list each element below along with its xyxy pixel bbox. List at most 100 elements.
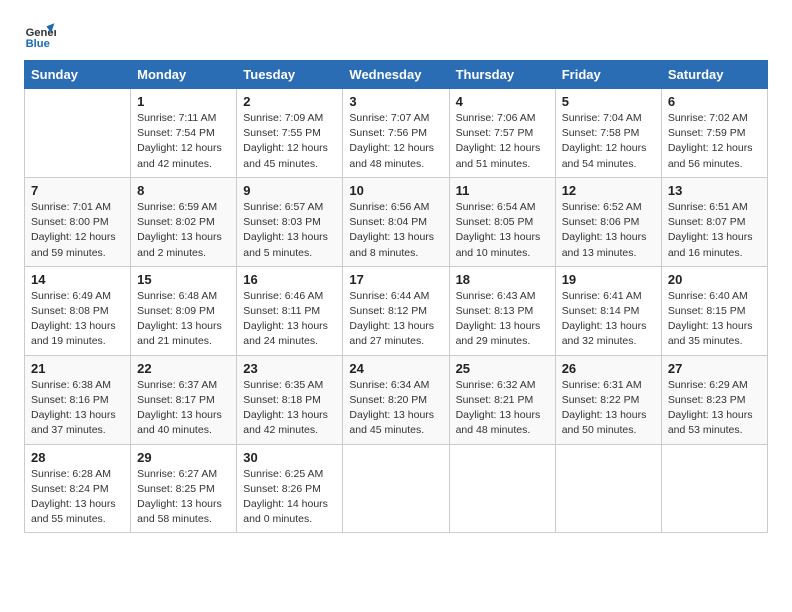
weekday-header-row: SundayMondayTuesdayWednesdayThursdayFrid… <box>25 61 768 89</box>
day-info: Sunrise: 6:37 AM Sunset: 8:17 PM Dayligh… <box>137 378 230 439</box>
calendar-cell: 24 Sunrise: 6:34 AM Sunset: 8:20 PM Dayli… <box>343 355 449 444</box>
calendar-cell <box>661 444 767 533</box>
day-number: 30 <box>243 450 336 465</box>
calendar-cell: 14 Sunrise: 6:49 AM Sunset: 8:08 PM Dayli… <box>25 266 131 355</box>
calendar-cell: 8 Sunrise: 6:59 AM Sunset: 8:02 PM Daylig… <box>131 177 237 266</box>
calendar-table: SundayMondayTuesdayWednesdayThursdayFrid… <box>24 60 768 533</box>
calendar-cell: 2 Sunrise: 7:09 AM Sunset: 7:55 PM Daylig… <box>237 89 343 178</box>
calendar-cell: 29Sunrise: 6:27 AM Sunset: 8:25 PM Dayli… <box>131 444 237 533</box>
calendar-cell: 3 Sunrise: 7:07 AM Sunset: 7:56 PM Daylig… <box>343 89 449 178</box>
calendar-week-row: 28Sunrise: 6:28 AM Sunset: 8:24 PM Dayli… <box>25 444 768 533</box>
day-number: 18 <box>456 272 549 287</box>
day-number: 15 <box>137 272 230 287</box>
day-info: Sunrise: 6:48 AM Sunset: 8:09 PM Dayligh… <box>137 289 230 350</box>
calendar-week-row: 7 Sunrise: 7:01 AM Sunset: 8:00 PM Daylig… <box>25 177 768 266</box>
calendar-body: 1 Sunrise: 7:11 AM Sunset: 7:54 PM Daylig… <box>25 89 768 533</box>
calendar-cell: 7 Sunrise: 7:01 AM Sunset: 8:00 PM Daylig… <box>25 177 131 266</box>
calendar-cell: 25Sunrise: 6:32 AM Sunset: 8:21 PM Dayli… <box>449 355 555 444</box>
day-number: 19 <box>562 272 655 287</box>
day-info: Sunrise: 6:29 AM Sunset: 8:23 PM Dayligh… <box>668 378 761 439</box>
day-info: Sunrise: 6:57 AM Sunset: 8:03 PM Dayligh… <box>243 200 336 261</box>
day-number: 7 <box>31 183 124 198</box>
weekday-header-cell: Wednesday <box>343 61 449 89</box>
day-number: 23 <box>243 361 336 376</box>
day-number: 5 <box>562 94 655 109</box>
day-number: 20 <box>668 272 761 287</box>
header: General Blue <box>24 20 768 52</box>
day-number: 25 <box>456 361 549 376</box>
day-info: Sunrise: 7:01 AM Sunset: 8:00 PM Dayligh… <box>31 200 124 261</box>
day-info: Sunrise: 6:49 AM Sunset: 8:08 PM Dayligh… <box>31 289 124 350</box>
calendar-cell: 20 Sunrise: 6:40 AM Sunset: 8:15 PM Dayli… <box>661 266 767 355</box>
day-info: Sunrise: 6:25 AM Sunset: 8:26 PM Dayligh… <box>243 467 336 528</box>
day-number: 8 <box>137 183 230 198</box>
day-info: Sunrise: 6:40 AM Sunset: 8:15 PM Dayligh… <box>668 289 761 350</box>
calendar-cell: 30 Sunrise: 6:25 AM Sunset: 8:26 PM Dayli… <box>237 444 343 533</box>
calendar-cell <box>449 444 555 533</box>
calendar-cell: 27 Sunrise: 6:29 AM Sunset: 8:23 PM Dayli… <box>661 355 767 444</box>
day-number: 3 <box>349 94 442 109</box>
day-info: Sunrise: 6:51 AM Sunset: 8:07 PM Dayligh… <box>668 200 761 261</box>
svg-text:Blue: Blue <box>26 38 50 50</box>
day-number: 12 <box>562 183 655 198</box>
day-info: Sunrise: 7:06 AM Sunset: 7:57 PM Dayligh… <box>456 111 549 172</box>
calendar-cell: 23 Sunrise: 6:35 AM Sunset: 8:18 PM Dayli… <box>237 355 343 444</box>
calendar-cell: 18 Sunrise: 6:43 AM Sunset: 8:13 PM Dayli… <box>449 266 555 355</box>
day-number: 21 <box>31 361 124 376</box>
day-info: Sunrise: 6:27 AM Sunset: 8:25 PM Dayligh… <box>137 467 230 528</box>
logo-icon: General Blue <box>24 20 56 52</box>
calendar-cell: 4Sunrise: 7:06 AM Sunset: 7:57 PM Daylig… <box>449 89 555 178</box>
day-info: Sunrise: 6:41 AM Sunset: 8:14 PM Dayligh… <box>562 289 655 350</box>
weekday-header-cell: Monday <box>131 61 237 89</box>
calendar-cell: 9Sunrise: 6:57 AM Sunset: 8:03 PM Daylig… <box>237 177 343 266</box>
day-number: 24 <box>349 361 442 376</box>
day-number: 14 <box>31 272 124 287</box>
day-number: 2 <box>243 94 336 109</box>
day-number: 13 <box>668 183 761 198</box>
calendar-cell: 6 Sunrise: 7:02 AM Sunset: 7:59 PM Daylig… <box>661 89 767 178</box>
day-info: Sunrise: 7:09 AM Sunset: 7:55 PM Dayligh… <box>243 111 336 172</box>
day-number: 16 <box>243 272 336 287</box>
calendar-cell: 11Sunrise: 6:54 AM Sunset: 8:05 PM Dayli… <box>449 177 555 266</box>
day-number: 27 <box>668 361 761 376</box>
day-info: Sunrise: 6:35 AM Sunset: 8:18 PM Dayligh… <box>243 378 336 439</box>
weekday-header-cell: Sunday <box>25 61 131 89</box>
day-info: Sunrise: 6:46 AM Sunset: 8:11 PM Dayligh… <box>243 289 336 350</box>
day-info: Sunrise: 7:02 AM Sunset: 7:59 PM Dayligh… <box>668 111 761 172</box>
calendar-cell: 28Sunrise: 6:28 AM Sunset: 8:24 PM Dayli… <box>25 444 131 533</box>
calendar-cell: 5 Sunrise: 7:04 AM Sunset: 7:58 PM Daylig… <box>555 89 661 178</box>
day-info: Sunrise: 6:43 AM Sunset: 8:13 PM Dayligh… <box>456 289 549 350</box>
day-info: Sunrise: 6:34 AM Sunset: 8:20 PM Dayligh… <box>349 378 442 439</box>
day-number: 28 <box>31 450 124 465</box>
day-info: Sunrise: 7:11 AM Sunset: 7:54 PM Dayligh… <box>137 111 230 172</box>
calendar-cell: 13 Sunrise: 6:51 AM Sunset: 8:07 PM Dayli… <box>661 177 767 266</box>
day-info: Sunrise: 6:31 AM Sunset: 8:22 PM Dayligh… <box>562 378 655 439</box>
calendar-week-row: 1 Sunrise: 7:11 AM Sunset: 7:54 PM Daylig… <box>25 89 768 178</box>
day-number: 22 <box>137 361 230 376</box>
day-number: 6 <box>668 94 761 109</box>
day-number: 10 <box>349 183 442 198</box>
weekday-header-cell: Tuesday <box>237 61 343 89</box>
calendar-cell: 1 Sunrise: 7:11 AM Sunset: 7:54 PM Daylig… <box>131 89 237 178</box>
calendar-cell: 21 Sunrise: 6:38 AM Sunset: 8:16 PM Dayli… <box>25 355 131 444</box>
calendar-cell: 26 Sunrise: 6:31 AM Sunset: 8:22 PM Dayli… <box>555 355 661 444</box>
day-info: Sunrise: 6:52 AM Sunset: 8:06 PM Dayligh… <box>562 200 655 261</box>
day-number: 26 <box>562 361 655 376</box>
calendar-cell: 10Sunrise: 6:56 AM Sunset: 8:04 PM Dayli… <box>343 177 449 266</box>
calendar-cell <box>555 444 661 533</box>
logo: General Blue <box>24 20 56 52</box>
day-info: Sunrise: 7:07 AM Sunset: 7:56 PM Dayligh… <box>349 111 442 172</box>
day-info: Sunrise: 6:44 AM Sunset: 8:12 PM Dayligh… <box>349 289 442 350</box>
calendar-cell: 15 Sunrise: 6:48 AM Sunset: 8:09 PM Dayli… <box>131 266 237 355</box>
day-info: Sunrise: 6:59 AM Sunset: 8:02 PM Dayligh… <box>137 200 230 261</box>
day-info: Sunrise: 7:04 AM Sunset: 7:58 PM Dayligh… <box>562 111 655 172</box>
day-info: Sunrise: 6:38 AM Sunset: 8:16 PM Dayligh… <box>31 378 124 439</box>
weekday-header-cell: Friday <box>555 61 661 89</box>
day-number: 1 <box>137 94 230 109</box>
calendar-week-row: 21 Sunrise: 6:38 AM Sunset: 8:16 PM Dayli… <box>25 355 768 444</box>
day-number: 11 <box>456 183 549 198</box>
weekday-header-cell: Thursday <box>449 61 555 89</box>
calendar-cell <box>343 444 449 533</box>
day-number: 17 <box>349 272 442 287</box>
calendar-cell: 12 Sunrise: 6:52 AM Sunset: 8:06 PM Dayli… <box>555 177 661 266</box>
